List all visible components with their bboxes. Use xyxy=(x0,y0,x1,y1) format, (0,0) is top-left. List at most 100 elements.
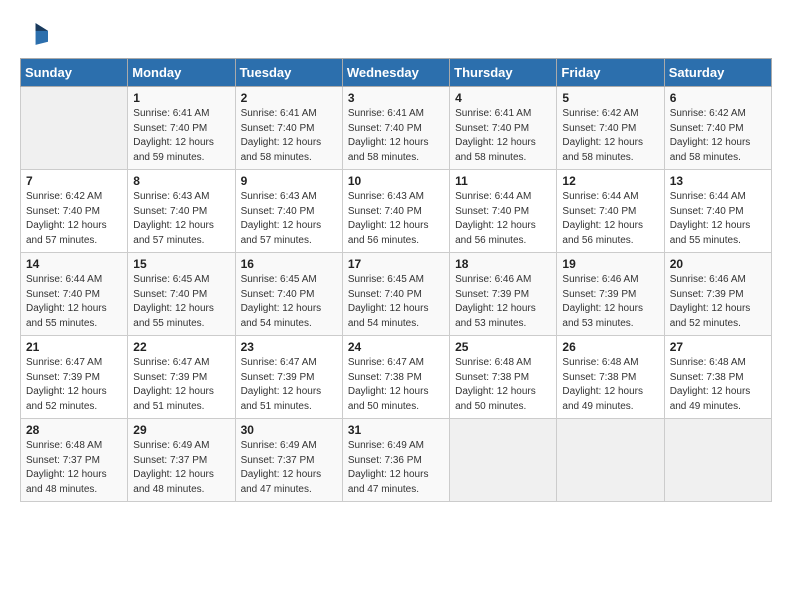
day-number: 1 xyxy=(133,91,229,105)
calendar-cell: 3 Sunrise: 6:41 AMSunset: 7:40 PMDayligh… xyxy=(342,87,449,170)
calendar-cell: 4 Sunrise: 6:41 AMSunset: 7:40 PMDayligh… xyxy=(450,87,557,170)
calendar-cell: 1 Sunrise: 6:41 AMSunset: 7:40 PMDayligh… xyxy=(128,87,235,170)
day-info: Sunrise: 6:44 AMSunset: 7:40 PMDaylight:… xyxy=(670,190,766,248)
day-number: 8 xyxy=(133,174,229,188)
day-number: 3 xyxy=(348,91,444,105)
weekday-header-saturday: Saturday xyxy=(664,59,771,87)
calendar-cell: 2 Sunrise: 6:41 AMSunset: 7:40 PMDayligh… xyxy=(235,87,342,170)
calendar-cell: 5 Sunrise: 6:42 AMSunset: 7:40 PMDayligh… xyxy=(557,87,664,170)
day-info: Sunrise: 6:46 AMSunset: 7:39 PMDaylight:… xyxy=(670,273,766,331)
calendar-cell: 20 Sunrise: 6:46 AMSunset: 7:39 PMDaylig… xyxy=(664,253,771,336)
calendar-cell: 27 Sunrise: 6:48 AMSunset: 7:38 PMDaylig… xyxy=(664,336,771,419)
day-number: 17 xyxy=(348,257,444,271)
calendar-cell: 15 Sunrise: 6:45 AMSunset: 7:40 PMDaylig… xyxy=(128,253,235,336)
calendar-cell: 8 Sunrise: 6:43 AMSunset: 7:40 PMDayligh… xyxy=(128,170,235,253)
day-number: 20 xyxy=(670,257,766,271)
day-info: Sunrise: 6:42 AMSunset: 7:40 PMDaylight:… xyxy=(670,107,766,165)
day-number: 7 xyxy=(26,174,122,188)
day-number: 29 xyxy=(133,423,229,437)
day-info: Sunrise: 6:42 AMSunset: 7:40 PMDaylight:… xyxy=(26,190,122,248)
calendar-week-row: 7 Sunrise: 6:42 AMSunset: 7:40 PMDayligh… xyxy=(21,170,772,253)
day-info: Sunrise: 6:41 AMSunset: 7:40 PMDaylight:… xyxy=(455,107,551,165)
day-info: Sunrise: 6:46 AMSunset: 7:39 PMDaylight:… xyxy=(455,273,551,331)
day-info: Sunrise: 6:47 AMSunset: 7:39 PMDaylight:… xyxy=(26,356,122,414)
day-info: Sunrise: 6:41 AMSunset: 7:40 PMDaylight:… xyxy=(348,107,444,165)
day-number: 18 xyxy=(455,257,551,271)
day-number: 26 xyxy=(562,340,658,354)
calendar-cell xyxy=(21,87,128,170)
calendar-cell xyxy=(450,419,557,502)
calendar-cell: 30 Sunrise: 6:49 AMSunset: 7:37 PMDaylig… xyxy=(235,419,342,502)
day-info: Sunrise: 6:45 AMSunset: 7:40 PMDaylight:… xyxy=(241,273,337,331)
day-info: Sunrise: 6:44 AMSunset: 7:40 PMDaylight:… xyxy=(455,190,551,248)
calendar-cell: 14 Sunrise: 6:44 AMSunset: 7:40 PMDaylig… xyxy=(21,253,128,336)
weekday-header-tuesday: Tuesday xyxy=(235,59,342,87)
day-number: 13 xyxy=(670,174,766,188)
logo xyxy=(20,20,50,48)
calendar-week-row: 21 Sunrise: 6:47 AMSunset: 7:39 PMDaylig… xyxy=(21,336,772,419)
calendar-cell: 19 Sunrise: 6:46 AMSunset: 7:39 PMDaylig… xyxy=(557,253,664,336)
calendar-cell: 28 Sunrise: 6:48 AMSunset: 7:37 PMDaylig… xyxy=(21,419,128,502)
day-number: 4 xyxy=(455,91,551,105)
calendar-cell: 10 Sunrise: 6:43 AMSunset: 7:40 PMDaylig… xyxy=(342,170,449,253)
calendar-week-row: 14 Sunrise: 6:44 AMSunset: 7:40 PMDaylig… xyxy=(21,253,772,336)
day-number: 22 xyxy=(133,340,229,354)
day-number: 25 xyxy=(455,340,551,354)
calendar-cell: 18 Sunrise: 6:46 AMSunset: 7:39 PMDaylig… xyxy=(450,253,557,336)
day-info: Sunrise: 6:49 AMSunset: 7:36 PMDaylight:… xyxy=(348,439,444,497)
day-info: Sunrise: 6:42 AMSunset: 7:40 PMDaylight:… xyxy=(562,107,658,165)
weekday-header-wednesday: Wednesday xyxy=(342,59,449,87)
calendar-cell: 6 Sunrise: 6:42 AMSunset: 7:40 PMDayligh… xyxy=(664,87,771,170)
day-number: 12 xyxy=(562,174,658,188)
calendar-cell: 25 Sunrise: 6:48 AMSunset: 7:38 PMDaylig… xyxy=(450,336,557,419)
day-info: Sunrise: 6:44 AMSunset: 7:40 PMDaylight:… xyxy=(26,273,122,331)
day-number: 2 xyxy=(241,91,337,105)
day-number: 31 xyxy=(348,423,444,437)
calendar-cell: 7 Sunrise: 6:42 AMSunset: 7:40 PMDayligh… xyxy=(21,170,128,253)
day-info: Sunrise: 6:45 AMSunset: 7:40 PMDaylight:… xyxy=(348,273,444,331)
day-info: Sunrise: 6:41 AMSunset: 7:40 PMDaylight:… xyxy=(241,107,337,165)
page-header xyxy=(20,20,772,48)
day-info: Sunrise: 6:48 AMSunset: 7:38 PMDaylight:… xyxy=(670,356,766,414)
logo-icon xyxy=(20,20,48,48)
day-info: Sunrise: 6:48 AMSunset: 7:38 PMDaylight:… xyxy=(455,356,551,414)
day-number: 15 xyxy=(133,257,229,271)
calendar-cell: 26 Sunrise: 6:48 AMSunset: 7:38 PMDaylig… xyxy=(557,336,664,419)
day-number: 24 xyxy=(348,340,444,354)
day-info: Sunrise: 6:47 AMSunset: 7:39 PMDaylight:… xyxy=(133,356,229,414)
calendar-cell: 13 Sunrise: 6:44 AMSunset: 7:40 PMDaylig… xyxy=(664,170,771,253)
day-number: 28 xyxy=(26,423,122,437)
weekday-header-friday: Friday xyxy=(557,59,664,87)
day-info: Sunrise: 6:43 AMSunset: 7:40 PMDaylight:… xyxy=(348,190,444,248)
day-info: Sunrise: 6:44 AMSunset: 7:40 PMDaylight:… xyxy=(562,190,658,248)
day-number: 21 xyxy=(26,340,122,354)
day-info: Sunrise: 6:41 AMSunset: 7:40 PMDaylight:… xyxy=(133,107,229,165)
day-number: 6 xyxy=(670,91,766,105)
day-info: Sunrise: 6:47 AMSunset: 7:39 PMDaylight:… xyxy=(241,356,337,414)
calendar-cell xyxy=(664,419,771,502)
day-number: 9 xyxy=(241,174,337,188)
day-info: Sunrise: 6:49 AMSunset: 7:37 PMDaylight:… xyxy=(241,439,337,497)
calendar-table: SundayMondayTuesdayWednesdayThursdayFrid… xyxy=(20,58,772,502)
calendar-week-row: 1 Sunrise: 6:41 AMSunset: 7:40 PMDayligh… xyxy=(21,87,772,170)
day-info: Sunrise: 6:47 AMSunset: 7:38 PMDaylight:… xyxy=(348,356,444,414)
weekday-header-row: SundayMondayTuesdayWednesdayThursdayFrid… xyxy=(21,59,772,87)
calendar-cell: 31 Sunrise: 6:49 AMSunset: 7:36 PMDaylig… xyxy=(342,419,449,502)
calendar-cell: 21 Sunrise: 6:47 AMSunset: 7:39 PMDaylig… xyxy=(21,336,128,419)
calendar-cell: 9 Sunrise: 6:43 AMSunset: 7:40 PMDayligh… xyxy=(235,170,342,253)
calendar-cell xyxy=(557,419,664,502)
day-info: Sunrise: 6:48 AMSunset: 7:37 PMDaylight:… xyxy=(26,439,122,497)
day-number: 14 xyxy=(26,257,122,271)
weekday-header-sunday: Sunday xyxy=(21,59,128,87)
weekday-header-thursday: Thursday xyxy=(450,59,557,87)
weekday-header-monday: Monday xyxy=(128,59,235,87)
calendar-cell: 29 Sunrise: 6:49 AMSunset: 7:37 PMDaylig… xyxy=(128,419,235,502)
day-number: 27 xyxy=(670,340,766,354)
calendar-cell: 16 Sunrise: 6:45 AMSunset: 7:40 PMDaylig… xyxy=(235,253,342,336)
calendar-cell: 12 Sunrise: 6:44 AMSunset: 7:40 PMDaylig… xyxy=(557,170,664,253)
day-number: 5 xyxy=(562,91,658,105)
day-info: Sunrise: 6:45 AMSunset: 7:40 PMDaylight:… xyxy=(133,273,229,331)
calendar-cell: 11 Sunrise: 6:44 AMSunset: 7:40 PMDaylig… xyxy=(450,170,557,253)
day-number: 23 xyxy=(241,340,337,354)
day-number: 19 xyxy=(562,257,658,271)
